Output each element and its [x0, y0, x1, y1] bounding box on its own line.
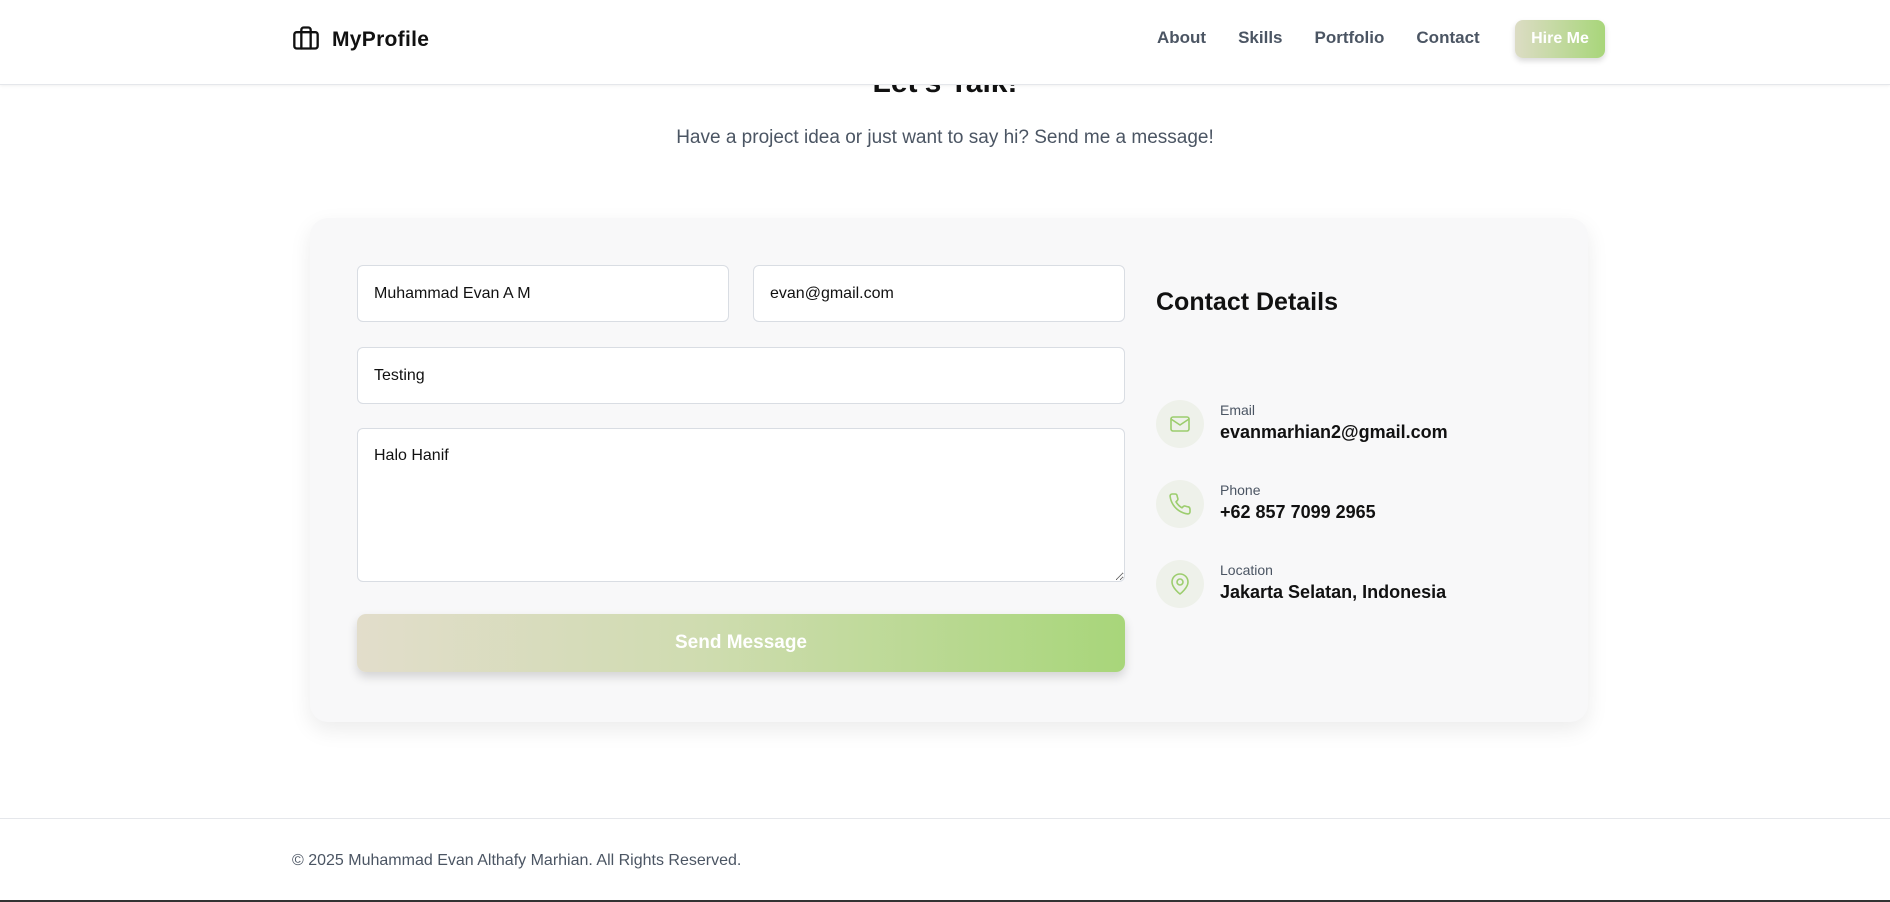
email-input[interactable] [753, 265, 1125, 322]
location-label: Location [1220, 562, 1273, 578]
phone-label: Phone [1220, 482, 1261, 498]
phone-value: +62 857 7099 2965 [1220, 502, 1376, 522]
nav-link-portfolio[interactable]: Portfolio [1315, 28, 1385, 48]
email-value: evanmarhian2@gmail.com [1220, 422, 1448, 442]
nav-link-about[interactable]: About [1157, 28, 1206, 48]
footer: © 2025 Muhammad Evan Althafy Marhian. Al… [0, 818, 1890, 901]
navbar: MyProfile About Skills Portfolio Contact… [0, 0, 1890, 85]
location-value: Jakarta Selatan, Indonesia [1220, 582, 1447, 602]
nav-link-skills[interactable]: Skills [1238, 28, 1282, 48]
phone-icon [1156, 480, 1204, 528]
nav-link-contact[interactable]: Contact [1416, 28, 1479, 48]
subject-input[interactable] [357, 347, 1125, 404]
contact-card: Halo Hanif Send Message Contact Details … [310, 218, 1588, 722]
footer-copyright: © 2025 Muhammad Evan Althafy Marhian. Al… [292, 852, 742, 869]
mail-icon [1156, 400, 1204, 448]
name-input[interactable] [357, 265, 729, 322]
send-message-button[interactable]: Send Message [357, 614, 1125, 672]
email-label: Email [1220, 402, 1256, 418]
brand-logo[interactable]: MyProfile [292, 25, 429, 55]
briefcase-icon [292, 24, 320, 57]
brand-name: MyProfile [332, 28, 430, 51]
hire-me-button[interactable]: Hire Me [1515, 20, 1605, 58]
message-textarea[interactable]: Halo Hanif [357, 428, 1125, 582]
nav-links: About Skills Portfolio Contact [1157, 28, 1512, 48]
contact-details-title: Contact Details [1156, 288, 1338, 316]
map-pin-icon [1156, 560, 1204, 608]
section-subtitle: Have a project idea or just want to say … [676, 127, 1214, 148]
